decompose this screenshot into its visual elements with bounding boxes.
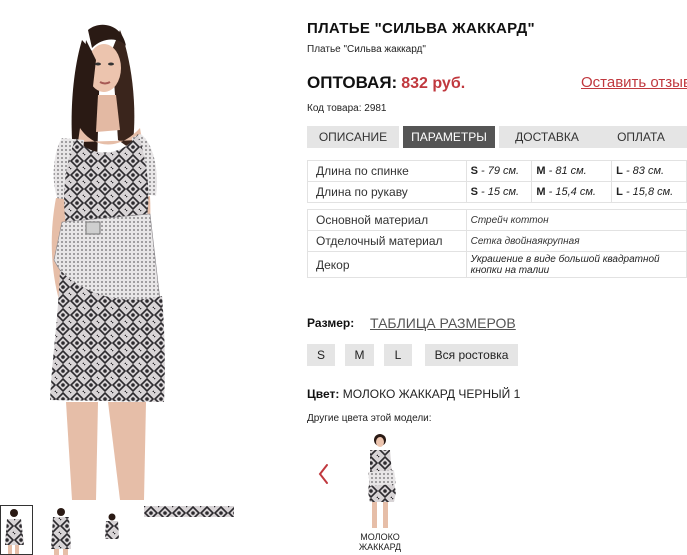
- product-title: ПЛАТЬЕ "СИЛЬВА ЖАККАРД": [307, 20, 535, 37]
- tab-payment[interactable]: ОПЛАТА: [595, 126, 687, 148]
- tab-parameters[interactable]: ПАРАМЕТРЫ: [403, 126, 495, 148]
- price-row: ОПТОВАЯ: 832 руб.: [307, 73, 465, 93]
- product-sku: Код товара: 2981: [307, 103, 387, 114]
- thumbnail-strip: [0, 505, 240, 555]
- color-row: Цвет: МОЛОКО ЖАККАРД ЧЕРНЫЙ 1: [307, 387, 520, 401]
- size-button-l[interactable]: L: [384, 344, 412, 366]
- param-value-s: S - 15 см.: [465, 181, 533, 203]
- variant-caption: МОЛОКО ЖАККАРД: [358, 532, 402, 552]
- tab-description[interactable]: ОПИСАНИЕ: [307, 126, 399, 148]
- color-value: МОЛОКО ЖАККАРД ЧЕРНЫЙ 1: [342, 387, 521, 401]
- material-value: Стрейч коттон: [465, 209, 687, 231]
- size-label: Размер:: [307, 316, 355, 330]
- material-label: Основной материал: [307, 209, 467, 231]
- param-value-s: S - 79 см.: [465, 160, 533, 182]
- param-value-m: M - 15,4 см.: [531, 181, 613, 203]
- material-value: Сетка двойнаякрупная: [465, 230, 687, 252]
- material-row: Основной материал Стрейч коттон: [307, 209, 687, 231]
- chevron-left-icon[interactable]: [316, 462, 330, 486]
- param-row: Длина по спинке S - 79 см. M - 81 см. L …: [307, 160, 687, 182]
- param-value-l: L - 83 см.: [611, 160, 687, 182]
- product-model-image: [50, 24, 165, 500]
- param-divider: [307, 202, 687, 210]
- parameters-table: Длина по спинке S - 79 см. M - 81 см. L …: [307, 160, 687, 278]
- thumbnail-4[interactable]: [144, 505, 234, 517]
- price-value: 832 руб.: [401, 75, 466, 92]
- thumbnail-1[interactable]: [0, 505, 33, 555]
- material-value: Украшение в виде большой квадратной кноп…: [465, 251, 687, 278]
- material-label: Декор: [307, 251, 467, 278]
- tab-delivery[interactable]: ДОСТАВКА: [499, 126, 595, 148]
- size-table-link[interactable]: ТАБЛИЦА РАЗМЕРОВ: [370, 315, 516, 331]
- main-product-photo[interactable]: [0, 0, 240, 500]
- material-row: Отделочный материал Сетка двойнаякрупная: [307, 230, 687, 252]
- param-value-m: M - 81 см.: [531, 160, 613, 182]
- size-button-m[interactable]: M: [345, 344, 374, 366]
- color-variant[interactable]: МОЛОКО ЖАККАРД: [350, 428, 410, 555]
- material-row: Декор Украшение в виде большой квадратно…: [307, 251, 687, 278]
- material-label: Отделочный материал: [307, 230, 467, 252]
- product-subtitle: Платье "Сильва жаккард": [307, 44, 426, 55]
- param-row: Длина по рукаву S - 15 см. M - 15,4 см. …: [307, 181, 687, 203]
- size-button-s[interactable]: S: [307, 344, 335, 366]
- price-label: ОПТОВАЯ:: [307, 73, 398, 92]
- leave-review-link[interactable]: Оставить отзыв: [581, 74, 687, 91]
- param-label: Длина по спинке: [307, 160, 467, 182]
- color-label: Цвет:: [307, 387, 340, 401]
- thumbnail-3[interactable]: [100, 505, 124, 555]
- size-button-all[interactable]: Вся ростовка: [425, 344, 518, 366]
- variant-image: [350, 428, 410, 530]
- thumbnail-2[interactable]: [46, 505, 76, 555]
- param-value-l: L - 15,8 см.: [611, 181, 687, 203]
- param-label: Длина по рукаву: [307, 181, 467, 203]
- other-colors-label: Другие цвета этой модели:: [307, 413, 432, 424]
